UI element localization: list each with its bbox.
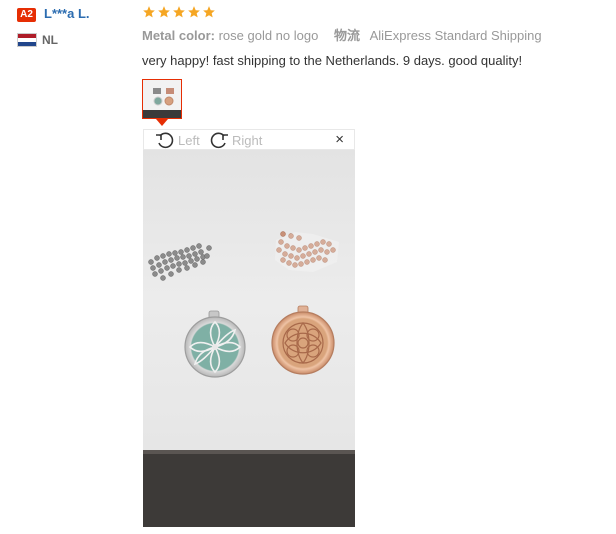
image-viewer-toolbar: Left Right × — [143, 129, 355, 150]
shipping-label: 物流 — [333, 28, 360, 43]
rotate-right-icon — [210, 132, 228, 149]
country-flag-icon — [17, 33, 37, 47]
rotate-left-icon — [156, 132, 174, 149]
star-icon — [173, 6, 185, 18]
star-icon — [143, 6, 155, 18]
rotate-left-label: Left — [178, 132, 200, 148]
close-viewer-button[interactable]: × — [335, 131, 344, 149]
rotate-right-label: Right — [232, 132, 263, 148]
shipping-value: AliExpress Standard Shipping — [369, 28, 542, 43]
review-photo-large — [143, 150, 355, 527]
star-icon — [188, 6, 200, 18]
product-attributes: Metal color: rose gold no logo 物流 AliExp… — [142, 27, 542, 45]
color-label: Metal color: — [142, 28, 215, 43]
star-icon — [158, 6, 170, 18]
buyer-level-badge: A2 — [17, 8, 36, 22]
rotate-left-button[interactable]: Left — [154, 130, 200, 150]
star-rating — [142, 3, 216, 23]
review-text: very happy! fast shipping to the Netherl… — [142, 53, 523, 68]
review-photo-thumbnail[interactable] — [142, 79, 182, 119]
star-icon — [203, 6, 215, 18]
rotate-right-button[interactable]: Right — [208, 130, 262, 150]
thumbnail-selected-caret — [156, 119, 168, 126]
color-value: rose gold no logo — [218, 28, 319, 43]
reviewer-country: NL — [42, 33, 58, 47]
reviewer-name: L***a L. — [44, 6, 90, 21]
